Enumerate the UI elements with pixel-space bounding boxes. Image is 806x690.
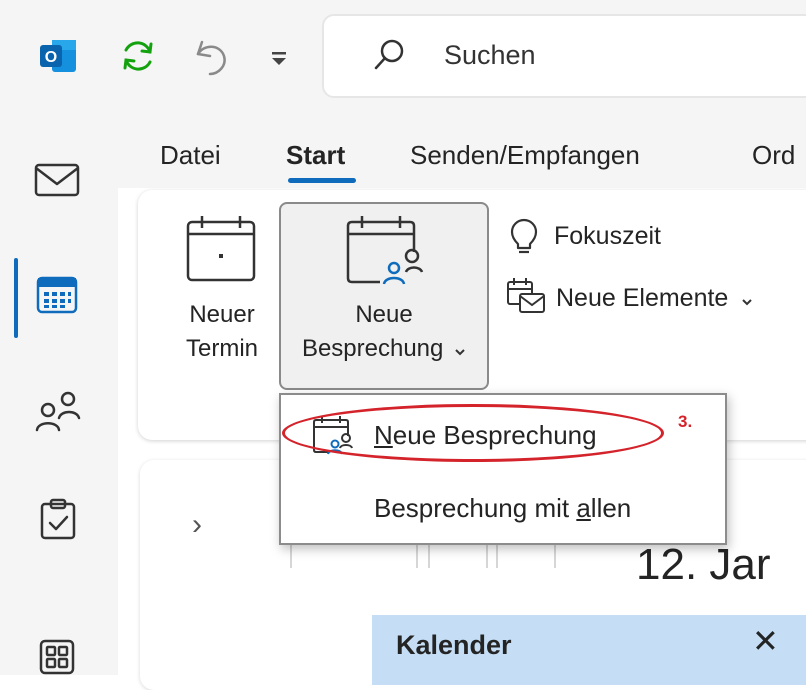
chevron-down-icon (741, 285, 753, 314)
annotation-step-number: 3. (678, 412, 693, 431)
menu-item-mnemonic: a (576, 493, 591, 523)
close-icon[interactable]: ✕ (752, 622, 779, 660)
new-meeting-icon (344, 212, 430, 288)
sync-icon[interactable] (118, 36, 158, 76)
tasks-icon[interactable] (36, 496, 80, 542)
chevron-down-icon (454, 333, 466, 367)
expand-chevron-icon[interactable]: › (192, 508, 202, 542)
date-header: 12. Jar (636, 540, 771, 589)
menu-item-meeting-with-all[interactable]: Besprechung mit allen (374, 493, 631, 524)
new-appointment-button[interactable]: Neuer Termin (172, 298, 272, 366)
calendar-pane-title: Kalender (396, 630, 512, 660)
menu-item-text: Besprechung mit (374, 493, 577, 523)
menu-item-text: llen (590, 493, 632, 523)
tab-datei[interactable]: Datei (160, 140, 221, 171)
new-appointment-icon (184, 212, 258, 284)
nav-active-indicator (14, 258, 18, 338)
new-meeting-label-line1: Neue (355, 301, 413, 328)
apps-icon[interactable] (36, 636, 80, 675)
mail-icon[interactable] (32, 160, 82, 200)
new-appointment-label-line1: Neuer (189, 301, 255, 328)
svg-text:O: O (45, 49, 57, 66)
tab-senden-empfangen[interactable]: Senden/Empfangen (410, 140, 640, 171)
tab-ordner[interactable]: Ord (752, 140, 795, 171)
nav-rail (0, 0, 118, 675)
people-icon[interactable] (32, 388, 84, 432)
focus-time-button[interactable]: Fokuszeit (554, 222, 661, 251)
new-items-label: Neue Elemente (556, 284, 729, 312)
new-items-button[interactable]: Neue Elemente (556, 284, 753, 314)
new-meeting-label-line2: Besprechung (301, 335, 444, 362)
annotation-highlight-ellipse (282, 404, 664, 462)
search-icon (372, 38, 406, 72)
new-appointment-label-line2: Termin (185, 335, 258, 362)
new-items-icon (504, 276, 548, 316)
new-meeting-label: Neue Besprechung (282, 298, 486, 367)
active-tab-underline (288, 178, 356, 183)
search-placeholder: Suchen (444, 40, 536, 70)
tab-start[interactable]: Start (286, 140, 345, 171)
lightbulb-icon (508, 218, 540, 256)
outlook-logo-icon: O (38, 36, 78, 76)
quick-access-dropdown-icon[interactable] (268, 48, 290, 70)
undo-icon[interactable] (190, 34, 234, 78)
calendar-icon[interactable] (32, 272, 82, 318)
